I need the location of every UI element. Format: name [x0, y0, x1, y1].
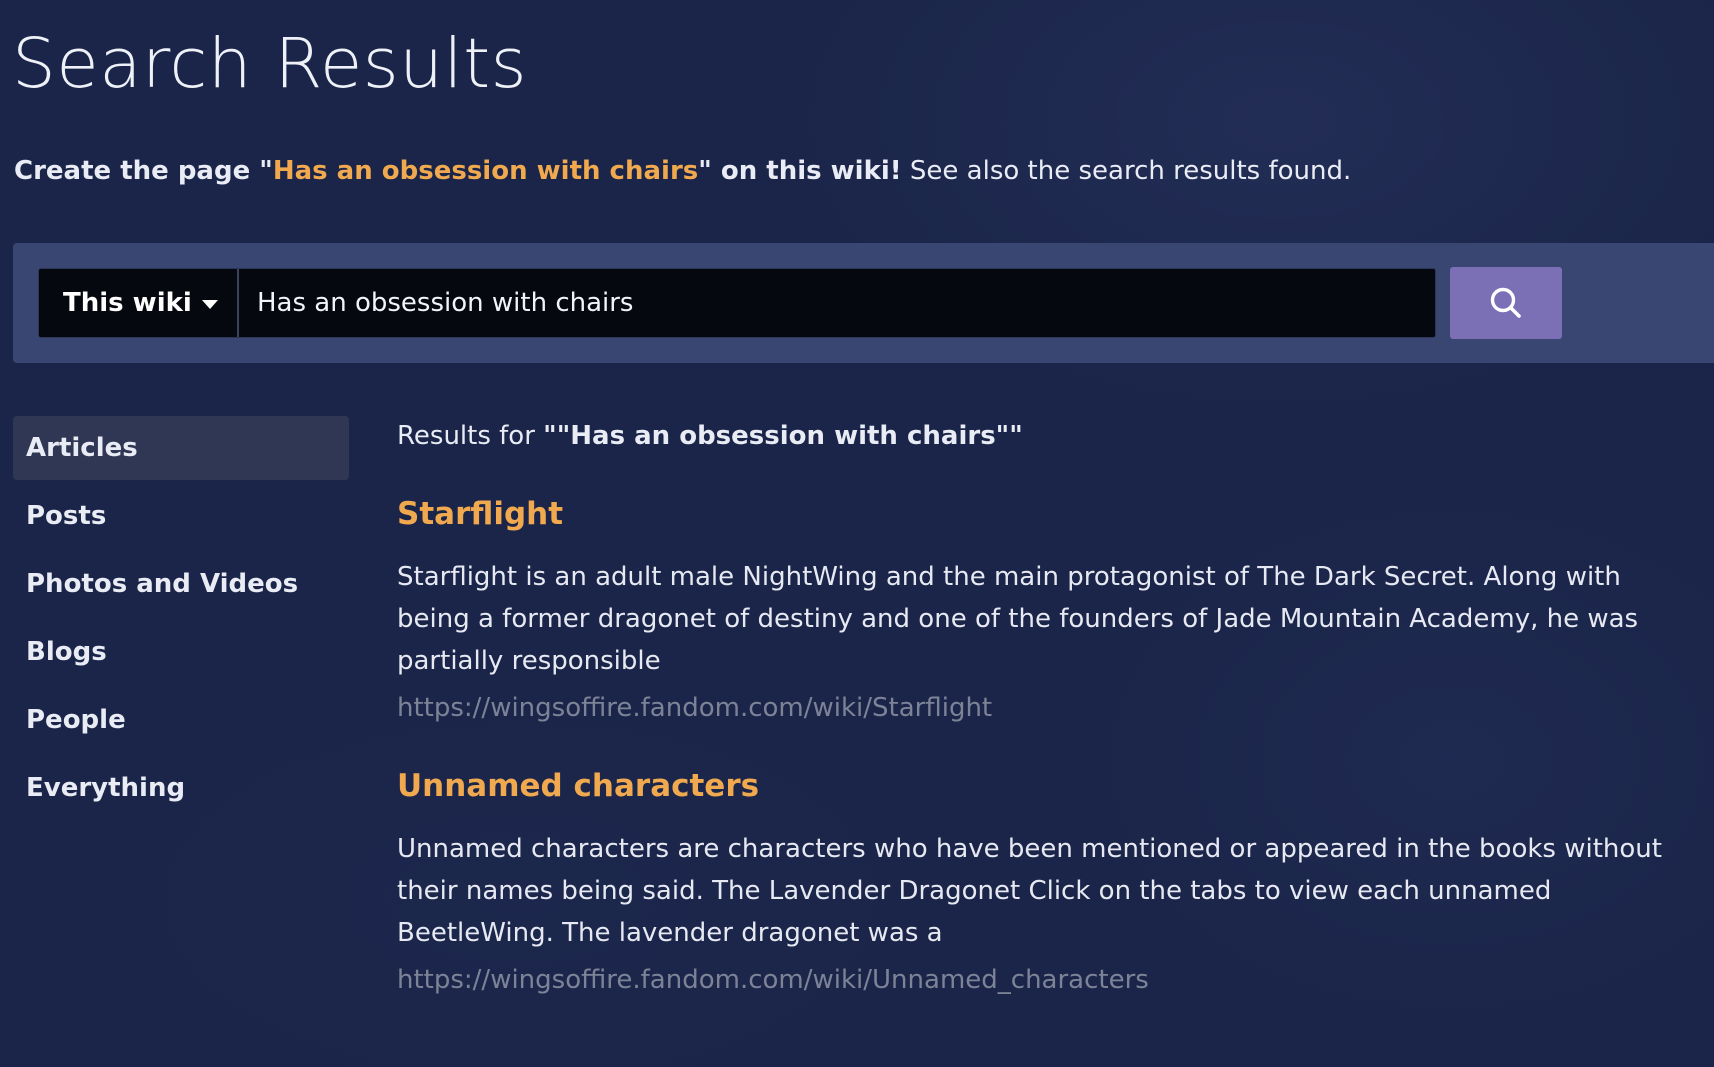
create-suffix: " on this wiki!: [698, 156, 902, 186]
result-title-link[interactable]: Starflight: [397, 494, 563, 534]
result-item: Unnamed characters Unnamed characters ar…: [397, 766, 1697, 998]
result-item: Starflight Starflight is an adult male N…: [397, 494, 1697, 726]
sidebar-item-label: Blogs: [26, 637, 107, 667]
search-bar-container: This wiki: [13, 243, 1714, 363]
results-type-sidebar: Articles Posts Photos and Videos Blogs P…: [13, 416, 349, 824]
search-button[interactable]: [1450, 267, 1562, 339]
create-prefix: Create the page ": [14, 156, 273, 186]
page-title: Search Results: [12, 24, 528, 104]
see-also-text: See also the search results found.: [901, 156, 1352, 186]
result-url-link[interactable]: https://wingsoffire.fandom.com/wiki/Unna…: [397, 962, 1149, 998]
results-prefix: Results for: [397, 421, 544, 451]
sidebar-item-label: Everything: [26, 773, 186, 803]
result-title-link[interactable]: Unnamed characters: [397, 766, 759, 806]
sidebar-item-posts[interactable]: Posts: [13, 484, 349, 548]
create-page-notice: Create the page "Has an obsession with c…: [14, 153, 1351, 189]
sidebar-item-label: Articles: [26, 433, 138, 463]
sidebar-item-label: Posts: [26, 501, 107, 531]
result-url-link[interactable]: https://wingsoffire.fandom.com/wiki/Star…: [397, 690, 992, 726]
search-scope-dropdown[interactable]: This wiki: [39, 269, 239, 337]
results-list: Results for ""Has an obsession with chai…: [397, 416, 1697, 998]
result-snippet: Starflight is an adult male NightWing an…: [397, 562, 1639, 676]
result-snippet: Unnamed characters are characters who ha…: [397, 834, 1662, 948]
chevron-down-icon: [201, 299, 218, 309]
sidebar-item-photos-and-videos[interactable]: Photos and Videos: [13, 552, 349, 616]
sidebar-item-articles[interactable]: Articles: [13, 416, 349, 480]
search-input[interactable]: [239, 268, 1435, 338]
sidebar-item-everything[interactable]: Everything: [13, 756, 349, 820]
results-heading: Results for ""Has an obsession with chai…: [397, 416, 1697, 456]
sidebar-item-label: People: [26, 705, 126, 735]
results-query: ""Has an obsession with chairs"": [543, 421, 1023, 451]
search-icon: [1490, 287, 1521, 318]
sidebar-item-blogs[interactable]: Blogs: [13, 620, 349, 684]
sidebar-item-label: Photos and Videos: [26, 569, 299, 599]
sidebar-item-people[interactable]: People: [13, 688, 349, 752]
search-box: This wiki: [38, 268, 1436, 338]
search-scope-label: This wiki: [63, 288, 192, 318]
create-page-link[interactable]: Has an obsession with chairs: [273, 156, 698, 186]
